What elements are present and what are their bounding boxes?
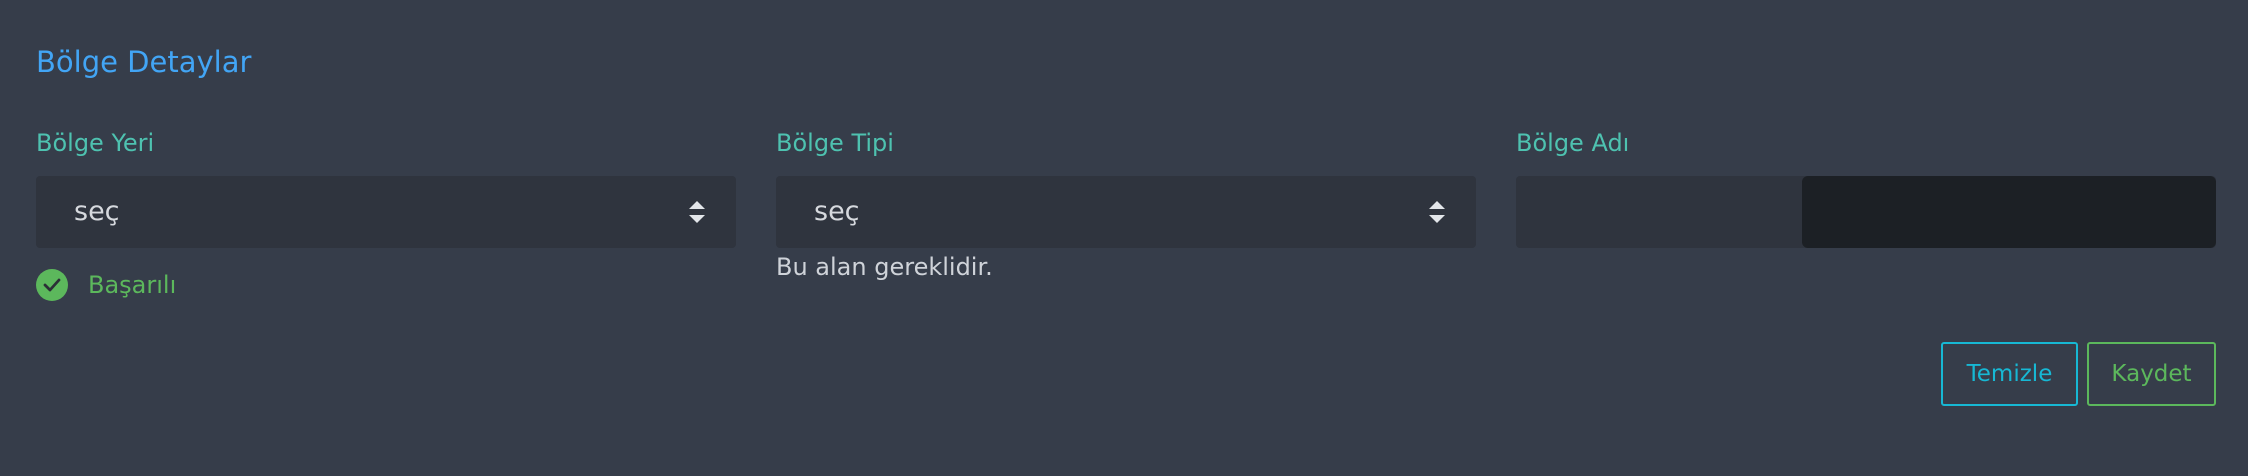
- field-label-bolge-adi: Bölge Adı: [1516, 129, 1630, 157]
- field-label-bolge-tipi: Bölge Tipi: [776, 129, 894, 157]
- sort-arrows-icon: [1429, 201, 1445, 223]
- bolge-tipi-select-value: seç: [814, 196, 860, 227]
- bolge-tipi-select[interactable]: seç: [776, 176, 1476, 248]
- save-button[interactable]: Kaydet: [2087, 342, 2216, 406]
- section-title: Bölge Detaylar: [36, 45, 252, 79]
- bolge-yeri-feedback: Başarılı: [36, 268, 176, 302]
- bolge-adi-input-autofill-area[interactable]: [1802, 176, 2216, 248]
- success-message: Başarılı: [88, 271, 177, 299]
- field-label-bolge-yeri: Bölge Yeri: [36, 129, 155, 157]
- clear-button[interactable]: Temizle: [1941, 342, 2078, 406]
- bolge-adi-input[interactable]: [1516, 176, 2216, 248]
- sort-arrows-icon: [689, 201, 705, 223]
- check-circle-icon: [36, 269, 68, 301]
- bolge-yeri-select[interactable]: seç: [36, 176, 736, 248]
- bolge-yeri-select-value: seç: [74, 196, 120, 227]
- required-help-text: Bu alan gereklidir.: [776, 253, 993, 281]
